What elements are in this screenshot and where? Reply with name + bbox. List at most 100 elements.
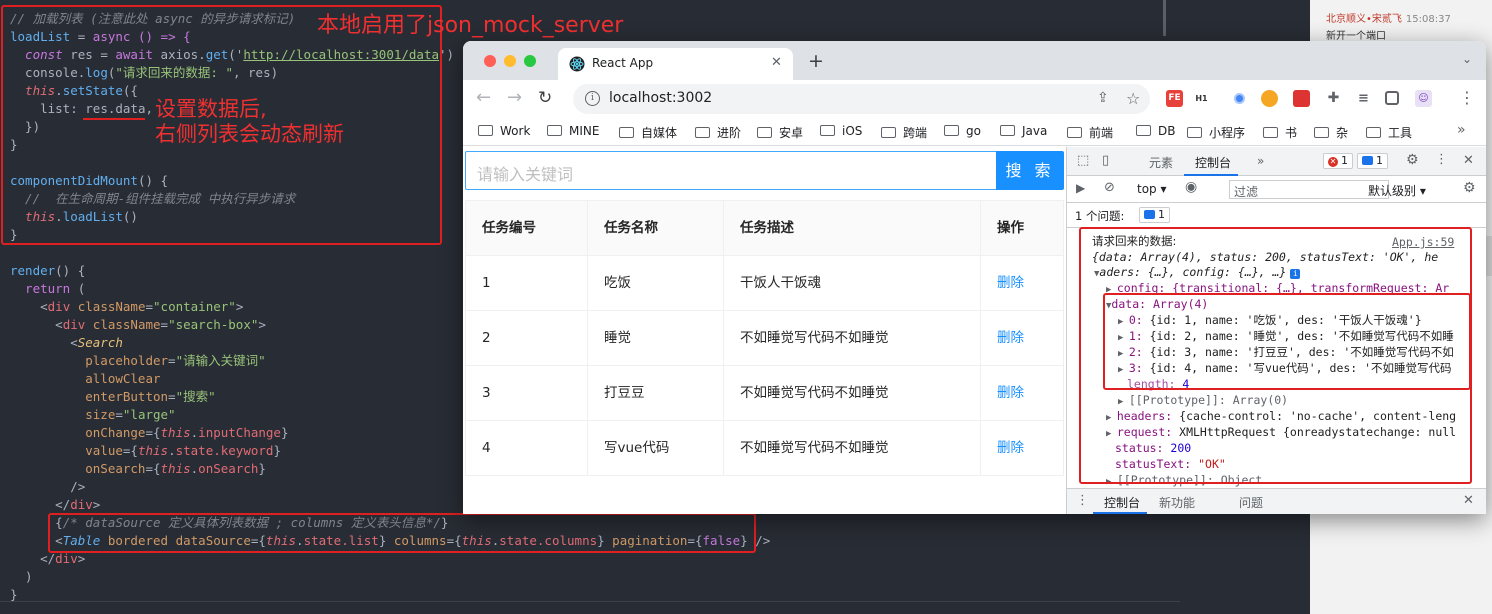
- side-panel-icon[interactable]: [1385, 91, 1399, 105]
- bookmark-folder[interactable]: Work: [478, 124, 530, 138]
- context-selector[interactable]: top ▾: [1137, 182, 1167, 196]
- bookmark-folder[interactable]: 小程序: [1187, 124, 1245, 141]
- drawer-tab-console[interactable]: 控制台: [1104, 494, 1140, 511]
- bookmark-folder[interactable]: Java: [1000, 124, 1047, 138]
- search-button[interactable]: 搜 索: [996, 151, 1064, 190]
- info-count-badge[interactable]: 1: [1357, 153, 1388, 169]
- delete-link[interactable]: 删除: [997, 275, 1024, 291]
- site-info-icon[interactable]: i: [585, 91, 600, 106]
- delete-link[interactable]: 删除: [997, 440, 1024, 456]
- tab-elements[interactable]: 元素: [1149, 154, 1173, 171]
- code-token: .: [168, 443, 176, 458]
- error-count-badge[interactable]: ✕ 1: [1323, 153, 1353, 169]
- delete-link[interactable]: 删除: [997, 330, 1024, 346]
- settings-gear-icon[interactable]: ⚙: [1406, 152, 1419, 168]
- extension-h1-icon[interactable]: H1: [1193, 90, 1210, 107]
- issues-bar[interactable]: 1 个问题: 1: [1067, 203, 1486, 228]
- reading-list-icon[interactable]: ≡: [1355, 90, 1372, 107]
- table-cell-id: 4: [466, 421, 588, 475]
- info-count: 1: [1376, 154, 1383, 167]
- browser-tab-react-app[interactable]: React App ✕: [558, 48, 793, 80]
- console-filter-input[interactable]: 过滤: [1229, 180, 1389, 199]
- back-arrow-icon[interactable]: ←: [476, 88, 491, 108]
- bookmarks-overflow-icon[interactable]: »: [1457, 122, 1466, 138]
- share-icon[interactable]: ⇪: [1097, 90, 1109, 106]
- code-line-16: <div className="search-box">: [10, 316, 266, 334]
- bookmark-label: Java: [1022, 124, 1048, 138]
- code-line-20: enterButton="搜索": [10, 388, 215, 406]
- tab-search-chevron-icon[interactable]: ⌄: [1462, 52, 1472, 66]
- code-token: "container": [153, 299, 236, 314]
- address-url[interactable]: localhost:3002: [609, 90, 712, 106]
- extension-circle-icon[interactable]: [1231, 90, 1248, 107]
- bookmark-folder[interactable]: DB: [1136, 124, 1175, 138]
- code-token: className: [85, 317, 161, 332]
- console-settings-gear-icon[interactable]: ⚙: [1463, 180, 1476, 196]
- code-token: }: [258, 461, 266, 476]
- code-token: div: [62, 317, 86, 332]
- chat-time: 15:08:37: [1405, 14, 1451, 25]
- live-expression-eye-icon[interactable]: ◉: [1185, 179, 1197, 195]
- devtools-panel: ⬚ ▯ 元素 控制台 » ✕ 1 1 ⚙ ⋮ ✕ ▶ ⊘ top ▾ ◉ 过滤 默…: [1066, 147, 1486, 514]
- inspect-element-icon[interactable]: ⬚: [1077, 153, 1089, 168]
- tab-console[interactable]: 控制台: [1195, 154, 1231, 171]
- error-icon: ✕: [1328, 157, 1338, 167]
- device-toolbar-icon[interactable]: ▯: [1102, 153, 1109, 168]
- window-maximize-button[interactable]: [524, 55, 536, 67]
- bookmark-label: 书: [1285, 126, 1298, 140]
- bookmark-star-icon[interactable]: ☆: [1126, 89, 1140, 108]
- table-cell-name: 打豆豆: [588, 366, 724, 420]
- bookmark-folder[interactable]: 书: [1263, 124, 1297, 141]
- code-token: <: [10, 299, 48, 314]
- bookmark-folder[interactable]: 进阶: [695, 124, 741, 141]
- drawer-close-icon[interactable]: ✕: [1463, 493, 1474, 508]
- address-bar[interactable]: i localhost:3002 ⇪ ☆: [573, 84, 1150, 114]
- code-token: </: [10, 497, 71, 512]
- editor-scrollbar[interactable]: [1163, 0, 1166, 36]
- more-tabs-icon[interactable]: »: [1257, 154, 1264, 168]
- bookmark-folder[interactable]: MINE: [547, 124, 599, 138]
- bookmark-folder[interactable]: iOS: [820, 124, 862, 138]
- drawer-tab-issues[interactable]: 问题: [1239, 494, 1263, 511]
- table-cell-des: 干饭人干饭魂: [724, 256, 981, 310]
- table-header-cell: 任务描述: [724, 201, 981, 255]
- window-minimize-button[interactable]: [504, 55, 516, 67]
- drawer-menu-icon[interactable]: ⋮: [1076, 493, 1089, 508]
- new-tab-button[interactable]: +: [808, 51, 824, 71]
- delete-link[interactable]: 删除: [997, 385, 1024, 401]
- browser-menu-icon[interactable]: ⋮: [1459, 88, 1475, 107]
- forward-arrow-icon[interactable]: →: [507, 88, 522, 108]
- issues-count: 1: [1158, 208, 1165, 221]
- bookmark-folder[interactable]: 跨端: [881, 124, 927, 141]
- bookmark-folder[interactable]: 前端: [1067, 124, 1113, 141]
- bookmark-folder[interactable]: 自媒体: [619, 124, 677, 141]
- sidebar-toggle-icon[interactable]: ▶: [1076, 181, 1085, 195]
- folder-icon: [881, 127, 896, 138]
- browser-window: React App ✕ + ⌄ ← → ↻ i localhost:3002 ⇪…: [463, 41, 1486, 514]
- extension-fe-icon[interactable]: FE: [1166, 90, 1183, 107]
- bookmark-folder[interactable]: 杂: [1314, 124, 1348, 141]
- bookmark-label: Work: [500, 124, 531, 138]
- issues-badge[interactable]: 1: [1139, 207, 1170, 223]
- profile-avatar-icon[interactable]: ☺: [1415, 90, 1432, 107]
- bookmark-folder[interactable]: go: [944, 124, 981, 138]
- bookmark-folder[interactable]: 安卓: [757, 124, 803, 141]
- extension-red-icon[interactable]: [1293, 90, 1310, 107]
- browser-tab-strip: React App ✕ + ⌄: [463, 41, 1486, 80]
- code-token: ={: [145, 425, 161, 440]
- drawer-tab-whats-new[interactable]: 新功能: [1159, 494, 1195, 511]
- reload-icon[interactable]: ↻: [538, 88, 552, 108]
- window-close-button[interactable]: [484, 55, 496, 67]
- folder-icon: [820, 125, 835, 136]
- bookmark-label: 小程序: [1209, 126, 1246, 140]
- extensions-puzzle-icon[interactable]: ✚: [1325, 90, 1342, 107]
- extension-avatar-icon[interactable]: [1261, 90, 1278, 107]
- devtools-menu-icon[interactable]: ⋮: [1435, 152, 1448, 167]
- devtools-close-icon[interactable]: ✕: [1463, 153, 1474, 168]
- log-level-selector[interactable]: 默认级别 ▾: [1368, 182, 1426, 199]
- bookmark-folder[interactable]: 工具: [1366, 124, 1412, 141]
- tab-close-icon[interactable]: ✕: [771, 55, 782, 70]
- clear-console-icon[interactable]: ⊘: [1104, 180, 1115, 195]
- bookmark-label: 杂: [1336, 126, 1349, 140]
- search-input[interactable]: 请输入关键词: [465, 151, 996, 190]
